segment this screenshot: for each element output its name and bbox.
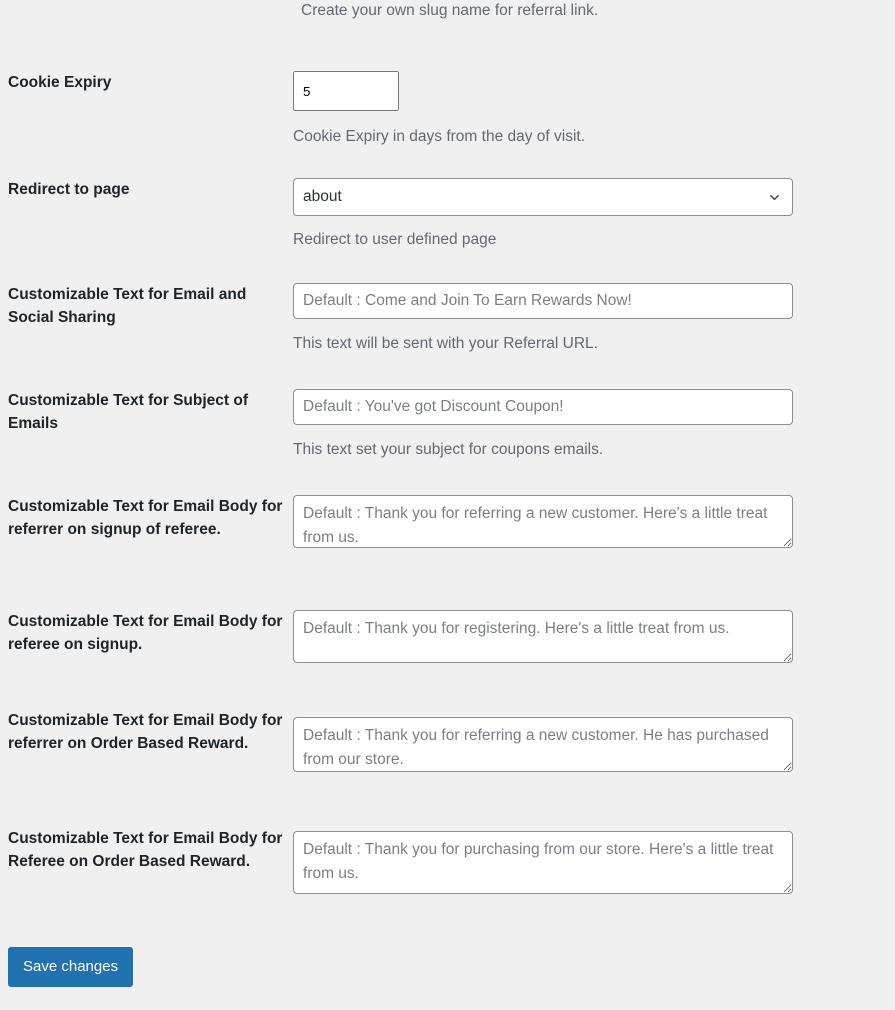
save-changes-button[interactable]: Save changes xyxy=(8,947,134,987)
field-body-referee-order xyxy=(293,827,895,894)
slug-name-description-partial: Create your own slug name for referral l… xyxy=(301,0,821,21)
email-subject-text-input[interactable] xyxy=(293,389,793,425)
email-subject-text-description: This text set your subject for coupons e… xyxy=(293,441,604,458)
row-body-referee-order: Customizable Text for Email Body for Ref… xyxy=(0,827,895,894)
label-cookie-expiry: Cookie Expiry xyxy=(8,74,112,91)
field-body-referrer-signup xyxy=(293,495,895,548)
body-referrer-order-textarea[interactable] xyxy=(293,717,793,772)
cookie-expiry-description: Cookie Expiry in days from the day of vi… xyxy=(293,128,586,145)
email-social-text-input[interactable] xyxy=(293,283,793,319)
field-body-referrer-order xyxy=(293,709,895,772)
field-email-subject-text: This text set your subject for coupons e… xyxy=(293,389,895,460)
label-redirect-to-page: Redirect to page xyxy=(8,181,130,198)
body-referee-signup-textarea[interactable] xyxy=(293,610,793,663)
label-body-referee-signup: Customizable Text for Email Body for ref… xyxy=(8,613,283,653)
row-body-referee-signup: Customizable Text for Email Body for ref… xyxy=(0,610,895,663)
cookie-expiry-input[interactable] xyxy=(293,71,399,111)
body-referrer-signup-textarea[interactable] xyxy=(293,495,793,548)
email-social-text-description: This text will be sent with your Referra… xyxy=(293,335,598,352)
label-body-referrer-signup: Customizable Text for Email Body for ref… xyxy=(8,498,283,538)
label-body-referrer-order: Customizable Text for Email Body for ref… xyxy=(8,712,283,752)
row-body-referrer-signup: Customizable Text for Email Body for ref… xyxy=(0,495,895,548)
referral-settings-form: Create your own slug name for referral l… xyxy=(0,0,895,1010)
field-redirect-to-page: about Redirect to user defined page xyxy=(293,178,895,250)
body-referee-order-textarea[interactable] xyxy=(293,831,793,894)
row-email-subject-text: Customizable Text for Subject of Emails … xyxy=(0,389,895,460)
row-email-social-text: Customizable Text for Email and Social S… xyxy=(0,283,895,354)
redirect-page-description: Redirect to user defined page xyxy=(293,231,497,248)
label-email-social-text: Customizable Text for Email and Social S… xyxy=(8,286,247,326)
row-cookie-expiry: Cookie Expiry Cookie Expiry in days from… xyxy=(0,71,895,147)
redirect-page-select[interactable]: about xyxy=(293,178,793,216)
label-body-referee-order: Customizable Text for Email Body for Ref… xyxy=(8,830,283,870)
submit-area: Save changes xyxy=(8,947,134,987)
field-email-social-text: This text will be sent with your Referra… xyxy=(293,283,895,354)
field-body-referee-signup xyxy=(293,610,895,663)
row-redirect-to-page: Redirect to page about Redirect to user … xyxy=(0,178,895,250)
redirect-page-select-wrapper: about xyxy=(293,178,793,216)
slug-name-description: Create your own slug name for referral l… xyxy=(301,2,599,19)
field-cookie-expiry: Cookie Expiry in days from the day of vi… xyxy=(293,71,895,147)
row-body-referrer-order: Customizable Text for Email Body for ref… xyxy=(0,709,895,772)
label-email-subject-text: Customizable Text for Subject of Emails xyxy=(8,392,248,432)
